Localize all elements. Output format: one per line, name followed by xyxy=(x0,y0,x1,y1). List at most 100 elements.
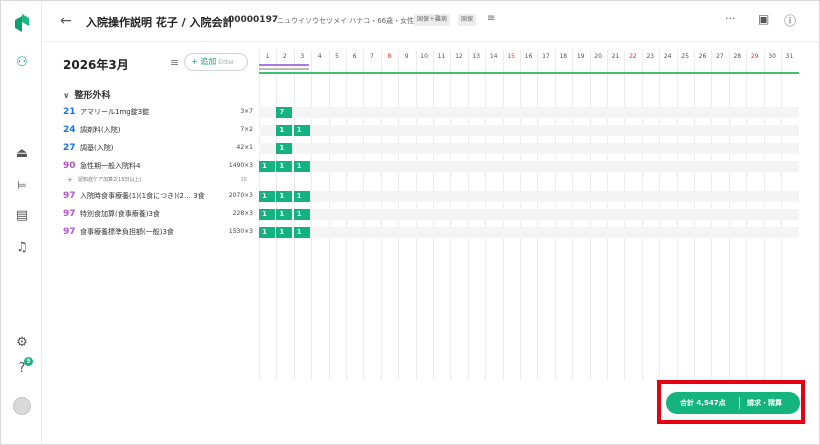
calendar-day[interactable]: 13 xyxy=(468,50,485,64)
add-button[interactable]: + 追加 Enter xyxy=(184,53,248,71)
avatar[interactable] xyxy=(13,397,31,415)
calendar-day[interactable]: 4 xyxy=(311,50,328,64)
calendar-day[interactable]: 31 xyxy=(781,50,798,64)
eject-icon[interactable]: ⏏ xyxy=(2,145,42,163)
day-cell[interactable]: 1 xyxy=(259,227,275,238)
calendar-day[interactable]: 30 xyxy=(764,50,781,64)
app-logo[interactable] xyxy=(15,14,29,34)
row-track xyxy=(259,191,799,202)
table-row[interactable]: 21 アマリール1mg錠3錠 3×7 7 xyxy=(63,105,799,119)
table-row[interactable]: 24 調剤料(入院) 7×2 1 1 xyxy=(63,123,799,137)
calendar-day[interactable]: 22 xyxy=(624,50,641,64)
day-cell[interactable]: 1 xyxy=(276,191,293,202)
patient-info: ・ニュウイソウセツメイ ハナコ・66歳・女性 xyxy=(270,17,415,25)
chevron-down-icon[interactable]: ▾ xyxy=(122,59,126,68)
calendar-day[interactable]: 26 xyxy=(694,50,711,64)
more-icon[interactable]: ··· xyxy=(725,12,736,25)
day-cell[interactable]: 1 xyxy=(293,209,310,220)
calendar-day[interactable]: 19 xyxy=(572,50,589,64)
insurance-tag: 国保 xyxy=(458,14,477,26)
table-row[interactable]: 90 急性期一般入院料4 1490×3 1 1 1 xyxy=(63,159,799,173)
calendar-day[interactable]: 2 xyxy=(276,50,293,64)
row-track xyxy=(259,227,799,238)
row-track xyxy=(259,161,799,172)
calendar-day[interactable]: 20 xyxy=(590,50,607,64)
calendar-day[interactable]: 7 xyxy=(363,50,380,64)
total-points: 合計 4,547点 xyxy=(680,399,726,407)
row-track xyxy=(259,107,799,118)
calendar-day[interactable]: 8 xyxy=(381,50,398,64)
filter-icon[interactable]: ≡ xyxy=(170,56,179,69)
item-quantity: 42×1 xyxy=(236,144,253,151)
row-track xyxy=(259,125,799,136)
clipboard-icon[interactable]: ▣ xyxy=(758,12,769,26)
calendar-day[interactable]: 25 xyxy=(677,50,694,64)
month-selector[interactable]: 2026年3月 xyxy=(63,56,129,73)
section-label: 整形外科 xyxy=(74,91,111,101)
calendar-day[interactable]: 15 xyxy=(503,50,520,64)
calendar-day[interactable]: 1 xyxy=(259,50,276,64)
calendar-day[interactable]: 12 xyxy=(450,50,467,64)
back-arrow-icon[interactable]: ← xyxy=(60,13,72,29)
bed-icon[interactable]: ⊨ xyxy=(2,177,42,195)
day-cell[interactable]: 7 xyxy=(276,107,293,118)
day-cell[interactable]: 1 xyxy=(276,209,293,220)
table-row[interactable]: 97 特別食加算(食事療養)3食 228×3 1 1 1 xyxy=(63,207,799,221)
day-cell[interactable]: 1 xyxy=(293,161,310,172)
calendar-day[interactable]: 17 xyxy=(537,50,554,64)
calendar-day[interactable]: 27 xyxy=(711,50,728,64)
item-quantity: 7×2 xyxy=(240,126,253,133)
department-section[interactable]: ∨ 整形外科 xyxy=(63,88,111,101)
bell-icon[interactable]: ♫ xyxy=(2,239,42,257)
app-window: ⚇ ⏏ ⊨ ▤ ♫ ⚙ ? 9 ← 入院操作説明 花子 / 入院会計 00000… xyxy=(0,0,820,445)
calendar-day[interactable]: 6 xyxy=(346,50,363,64)
pay-label: 請求・精算 xyxy=(747,399,782,407)
table-row[interactable]: 97 食事療養標準負担額(一般)3食 1530×3 1 1 1 xyxy=(63,225,799,239)
day-cell[interactable]: 1 xyxy=(276,161,293,172)
day-cell[interactable]: 1 xyxy=(276,227,293,238)
chevron-down-icon: ∨ xyxy=(63,91,70,100)
day-cell[interactable]: 1 xyxy=(293,227,310,238)
day-cell[interactable]: 1 xyxy=(293,191,310,202)
day-cell[interactable]: 1 xyxy=(259,191,275,202)
day-cell[interactable]: 1 xyxy=(259,161,275,172)
item-quantity: 2070×3 xyxy=(228,192,253,199)
calendar-day[interactable]: 28 xyxy=(729,50,746,64)
menu-icon[interactable]: ≡ xyxy=(487,13,495,24)
patient-icon[interactable]: ⚇ xyxy=(2,54,42,72)
calendar-day[interactable]: 11 xyxy=(433,50,450,64)
insurance-tag: 国保＋難病 xyxy=(414,14,451,26)
calendar-day[interactable]: 18 xyxy=(555,50,572,64)
addon-row[interactable]: + 認知症ケア加算2(15日以上) 28 xyxy=(63,175,263,185)
day-cell[interactable]: 1 xyxy=(259,209,275,220)
calendar-day[interactable]: 10 xyxy=(416,50,433,64)
help-icon[interactable]: ? xyxy=(2,360,42,378)
row-track xyxy=(259,209,799,220)
calendar-day[interactable]: 24 xyxy=(659,50,676,64)
side-rail: ⚇ ⏏ ⊨ ▤ ♫ ⚙ ? 9 xyxy=(2,2,42,444)
calendar-day[interactable]: 9 xyxy=(398,50,415,64)
day-cell[interactable]: 1 xyxy=(276,143,293,154)
list-icon[interactable]: ▤ xyxy=(2,207,42,225)
table-row[interactable]: 27 調基(入院) 42×1 1 xyxy=(63,141,799,155)
add-shortcut: Enter xyxy=(218,59,235,66)
info-icon[interactable]: ⓘ xyxy=(784,12,796,29)
row-track xyxy=(259,143,799,154)
day-cell[interactable]: 1 xyxy=(276,125,293,136)
day-cell[interactable]: 1 xyxy=(293,125,310,136)
table-row[interactable]: 97 入院時食事療養(1)(1食につき)(2… 3食 2070×3 1 1 1 xyxy=(63,189,799,203)
calendar-day[interactable]: 29 xyxy=(746,50,763,64)
calendar-day[interactable]: 3 xyxy=(294,50,311,64)
divider xyxy=(739,397,740,409)
calendar-day[interactable]: 16 xyxy=(520,50,537,64)
calendar-day[interactable]: 23 xyxy=(642,50,659,64)
item-quantity: 1530×3 xyxy=(228,228,253,235)
notification-badge: 9 xyxy=(24,357,33,366)
addon-value: 28 xyxy=(240,177,247,183)
gear-icon[interactable]: ⚙ xyxy=(2,334,42,352)
calendar-day[interactable]: 14 xyxy=(485,50,502,64)
calendar-header: 1 2 3 4 5 6 7 8 9 10 11 12 13 14 15 16 17 18 19 20 21 22 23 24 2… xyxy=(259,50,799,68)
calendar-day[interactable]: 5 xyxy=(329,50,346,64)
calendar-day[interactable]: 21 xyxy=(607,50,624,64)
billing-button[interactable]: 合計 4,547点 請求・精算 xyxy=(666,392,800,414)
